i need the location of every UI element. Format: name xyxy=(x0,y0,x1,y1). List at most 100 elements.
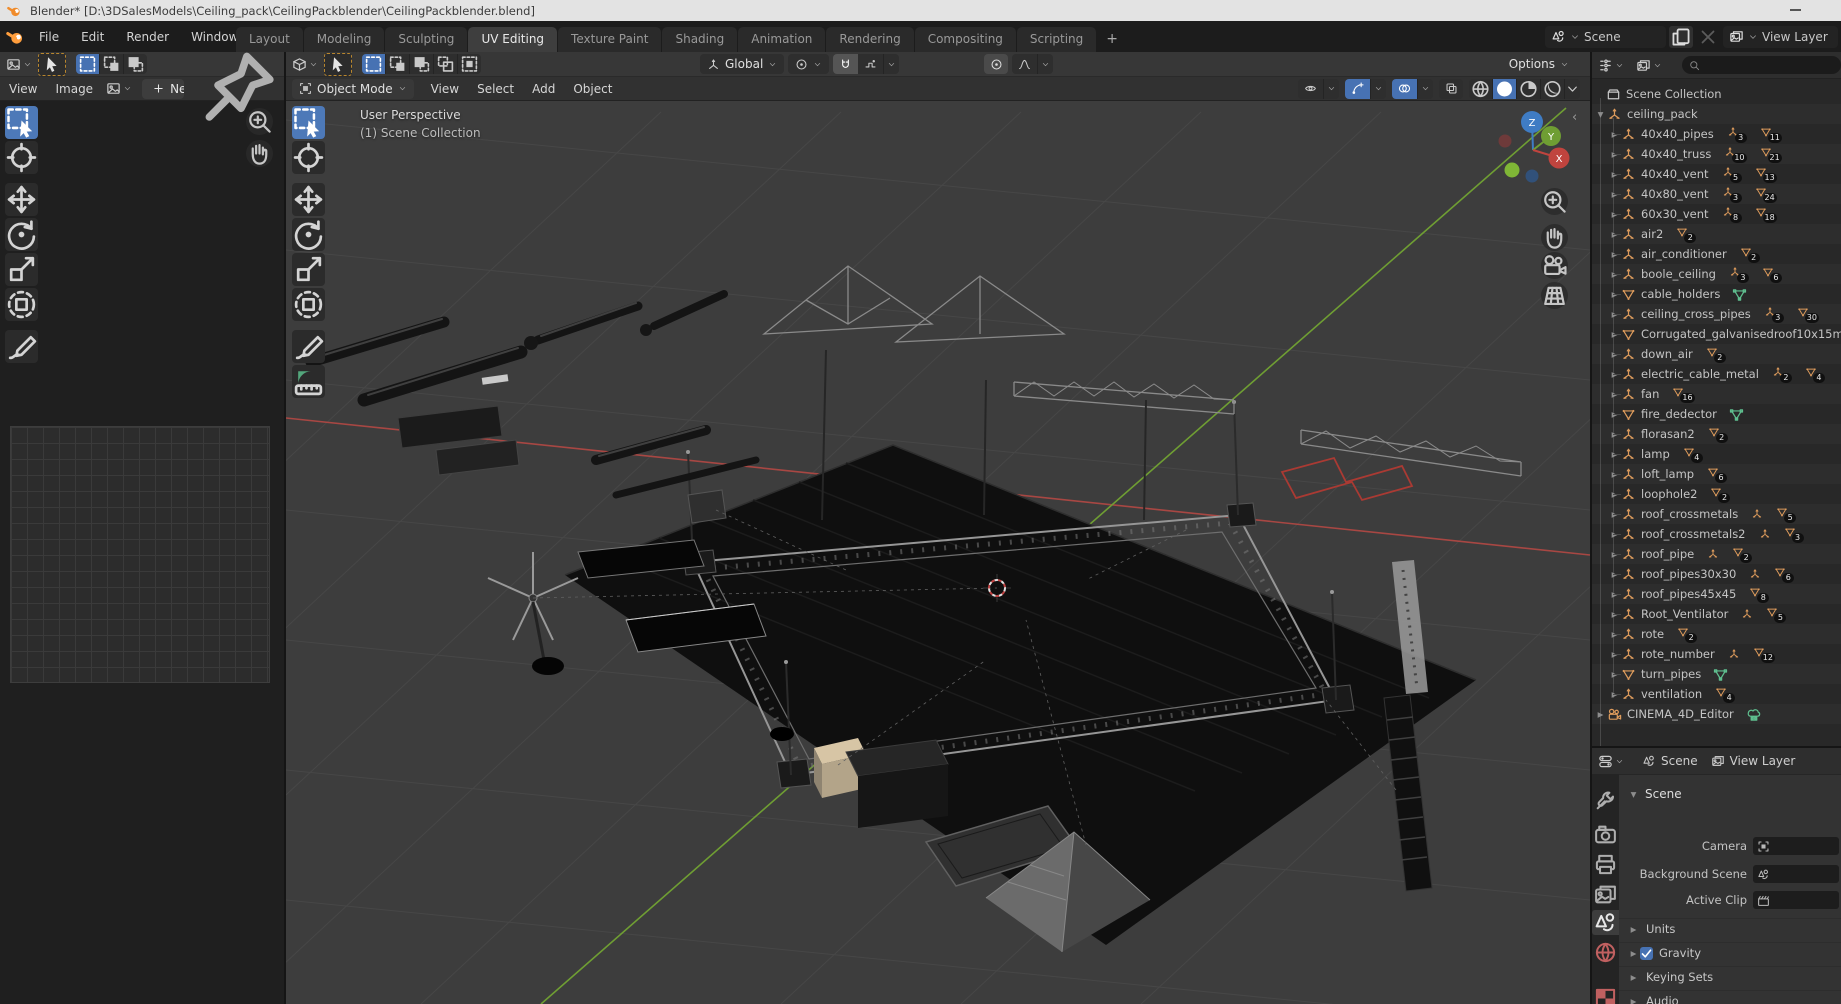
snap-magnet-toggle[interactable] xyxy=(833,54,859,74)
tool-cursor-button[interactable] xyxy=(5,141,38,174)
outliner-row-ceiling-pack[interactable]: ▼ ceiling_pack xyxy=(1592,104,1841,124)
workspace-tab-modeling[interactable]: Modeling xyxy=(303,27,385,52)
outliner-row-rote[interactable]: ▶rote2 xyxy=(1592,624,1841,644)
chevron-down-icon[interactable] xyxy=(1323,78,1339,99)
select-mode-new-button[interactable] xyxy=(362,54,386,74)
tool-cursor-button[interactable] xyxy=(292,141,325,174)
section-gravity[interactable]: ▶ Gravity xyxy=(1619,942,1841,963)
section-keying-sets[interactable]: ▶ Keying Sets xyxy=(1619,966,1841,987)
outliner-row-40x40_truss[interactable]: ▶40x40_truss1021 xyxy=(1592,144,1841,164)
tool-rotate-button[interactable] xyxy=(292,218,325,251)
outliner-row-loophole2[interactable]: ▶loophole22 xyxy=(1592,484,1841,504)
overlays-icon[interactable] xyxy=(1392,78,1417,99)
workspace-tab-uv-editing[interactable]: UV Editing xyxy=(468,27,558,52)
select-mode-subtract-button[interactable] xyxy=(124,54,147,74)
camera-field[interactable] xyxy=(1753,837,1839,855)
outliner-row-40x40_vent[interactable]: ▶40x40_vent513 xyxy=(1592,164,1841,184)
add-workspace-button[interactable]: + xyxy=(1097,27,1127,52)
tool-move-button[interactable] xyxy=(292,183,325,216)
new-image-button[interactable]: New xyxy=(142,78,184,99)
workspace-tab-compositing[interactable]: Compositing xyxy=(914,27,1016,52)
outliner-row-ceiling_cross_pipes[interactable]: ▶ceiling_cross_pipes330 xyxy=(1592,304,1841,324)
uv-pan-hand-button[interactable] xyxy=(246,140,273,167)
expand-arrow-icon[interactable]: ▼ xyxy=(1594,110,1607,119)
outliner-row-lamp[interactable]: ▶lamp4 xyxy=(1592,444,1841,464)
shading-material-preview-button[interactable] xyxy=(1517,78,1541,99)
outliner-row-air_conditioner[interactable]: ▶air_conditioner2 xyxy=(1592,244,1841,264)
vp-active-tool-button[interactable] xyxy=(324,52,352,76)
outliner-row-roof_crossmetals[interactable]: ▶roof_crossmetals5 xyxy=(1592,504,1841,524)
outliner-row-root_ventilator[interactable]: ▶Root_Ventilator5 xyxy=(1592,604,1841,624)
menu-edit[interactable]: Edit xyxy=(70,30,115,44)
vp-menu-add[interactable]: Add xyxy=(523,82,564,96)
vp-pan-hand-button[interactable] xyxy=(1541,224,1568,251)
tool-transform-button[interactable] xyxy=(5,288,38,321)
properties-tab-world[interactable] xyxy=(1592,940,1619,965)
gizmos-icon[interactable] xyxy=(1345,78,1370,99)
active-clip-field[interactable] xyxy=(1753,891,1839,909)
transform-orientation-dropdown[interactable]: Global xyxy=(700,54,785,74)
vp-ortho-toggle-button[interactable] xyxy=(1541,282,1568,309)
visibility-icon[interactable] xyxy=(1298,78,1323,99)
outliner-row-roof_crossmetals2[interactable]: ▶roof_crossmetals23 xyxy=(1592,524,1841,544)
tool-select-box-button[interactable] xyxy=(292,106,325,139)
proportional-edit-toggle[interactable] xyxy=(984,54,1008,74)
outliner-row-rote_number[interactable]: ▶rote_number12 xyxy=(1592,644,1841,664)
expand-arrow-icon[interactable]: ▶ xyxy=(1594,710,1607,719)
properties-tab-texture[interactable] xyxy=(1592,986,1619,1004)
select-mode-subtract-button[interactable] xyxy=(410,54,434,74)
outliner-row-roof_pipes30x30[interactable]: ▶roof_pipes30x306 xyxy=(1592,564,1841,584)
outliner-row-40x40_pipes[interactable]: ▶40x40_pipes311 xyxy=(1592,124,1841,144)
navigation-gizmo[interactable]: Z Y X xyxy=(1490,102,1576,188)
tool-annotate-button[interactable] xyxy=(292,330,325,363)
properties-tab-output[interactable] xyxy=(1592,852,1619,877)
unlink-scene-button[interactable] xyxy=(1696,26,1720,48)
tool-move-button[interactable] xyxy=(5,183,38,216)
falloff-curve-button[interactable] xyxy=(1012,54,1037,74)
pivot-point-dropdown[interactable] xyxy=(788,54,830,74)
menu-file[interactable]: File xyxy=(28,30,70,44)
workspace-tab-rendering[interactable]: Rendering xyxy=(826,27,914,52)
expand-arrow-icon[interactable]: ▶ xyxy=(1627,925,1640,934)
select-mode-extend-button[interactable] xyxy=(100,54,124,74)
outliner-row-air2[interactable]: ▶air22 xyxy=(1592,224,1841,244)
shading-rendered-button[interactable] xyxy=(1541,78,1565,99)
section-units[interactable]: ▶ Units xyxy=(1619,918,1841,939)
shading-wireframe-button[interactable] xyxy=(1469,78,1493,99)
vp-menu-view[interactable]: View xyxy=(422,82,468,96)
outliner-row-fan[interactable]: ▶fan16 xyxy=(1592,384,1841,404)
gizmo-neg-y[interactable] xyxy=(1504,162,1520,178)
outliner-row-loft_lamp[interactable]: ▶loft_lamp6 xyxy=(1592,464,1841,484)
breadcrumb-view-layer[interactable]: View Layer xyxy=(1730,754,1796,768)
chevron-down-icon[interactable] xyxy=(883,54,900,74)
snap-target-button[interactable] xyxy=(858,54,884,74)
outliner-row-40x80_vent[interactable]: ▶40x80_vent324 xyxy=(1592,184,1841,204)
select-mode-extend-button[interactable] xyxy=(386,54,410,74)
gizmo-neg-z[interactable] xyxy=(1525,169,1539,183)
new-scene-button[interactable] xyxy=(1669,25,1693,48)
outliner-row-roof_pipes45x45[interactable]: ▶roof_pipes45x458 xyxy=(1592,584,1841,604)
view-layer-selector[interactable]: View Layer xyxy=(1723,25,1838,48)
chevron-down-icon[interactable] xyxy=(1417,78,1433,99)
menu-render[interactable]: Render xyxy=(115,30,180,44)
tool-transform-button[interactable] xyxy=(292,288,325,321)
gizmo-neg-x[interactable] xyxy=(1498,134,1512,148)
chevron-down-icon[interactable] xyxy=(1037,54,1053,74)
shading-solid-button[interactable] xyxy=(1493,78,1517,99)
properties-tab-scene[interactable] xyxy=(1592,910,1619,935)
vp-menu-object[interactable]: Object xyxy=(564,82,621,96)
blender-menu-icon[interactable] xyxy=(6,27,25,46)
background-scene-field[interactable] xyxy=(1753,865,1839,883)
tool-measure-button[interactable] xyxy=(292,365,325,398)
workspace-tab-texture-paint[interactable]: Texture Paint xyxy=(558,27,662,52)
chevron-down-icon[interactable] xyxy=(1370,78,1386,99)
viewport-scene[interactable] xyxy=(286,100,1590,1004)
outliner-row-corrugated_galvanisedroof10x15m[interactable]: ▶Corrugated_galvanisedroof10x15m xyxy=(1592,324,1841,344)
outliner-row-fire_dedector[interactable]: ▶fire_dedector xyxy=(1592,404,1841,424)
outliner-display-mode-button[interactable] xyxy=(1636,58,1662,73)
gravity-checkbox[interactable] xyxy=(1640,946,1653,960)
xray-toggle[interactable] xyxy=(1439,78,1463,99)
scene-section-header[interactable]: ▼ Scene xyxy=(1619,784,1841,804)
workspace-tab-sculpting[interactable]: Sculpting xyxy=(385,27,468,52)
properties-tab-view-layer[interactable] xyxy=(1592,882,1619,907)
